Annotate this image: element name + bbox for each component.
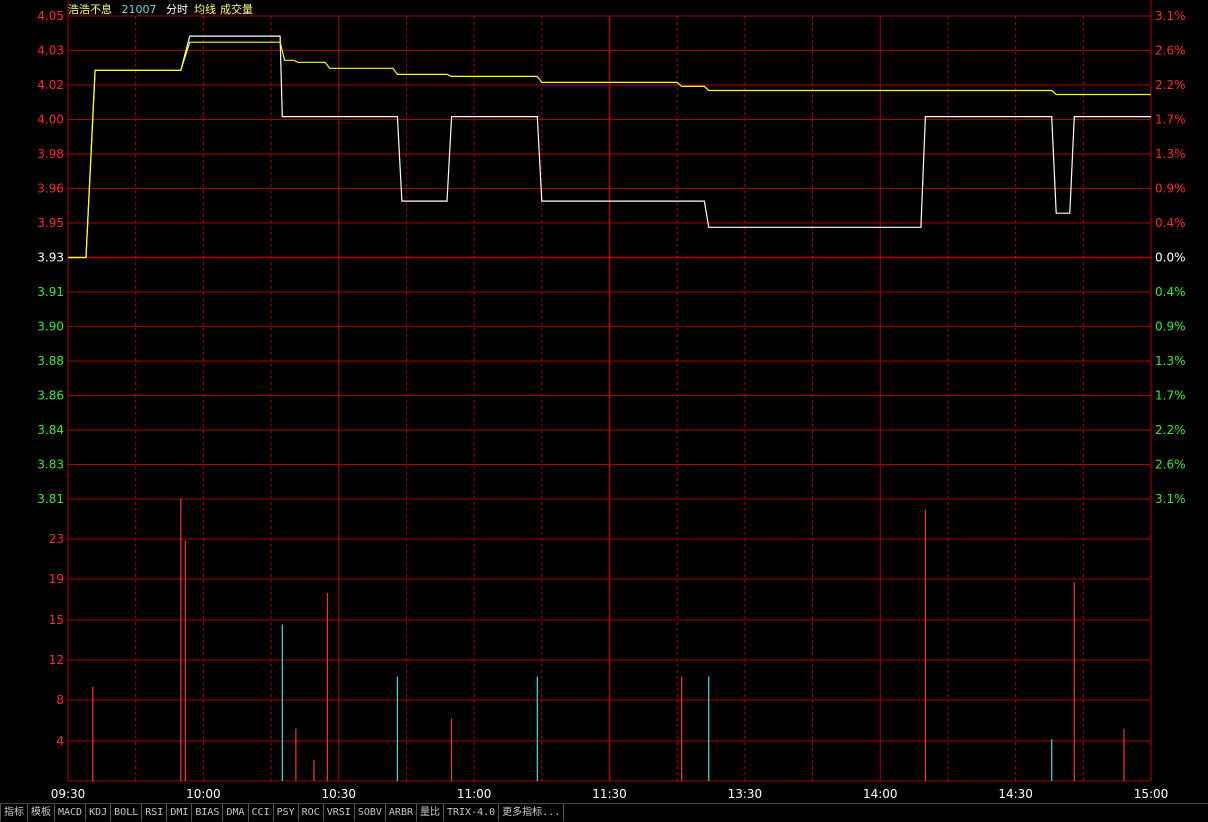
indicator-tab-bar: 指标 模板 MACD KDJ BOLL RSI DMI BIAS DMA CCI PSY ROC VRS… — [0, 803, 1208, 822]
tab-8[interactable]: DMA — [223, 804, 249, 821]
percent-axis-label: 1.7% — [1155, 113, 1186, 127]
percent-axis-label: 0.4% — [1155, 285, 1186, 299]
volume-bars — [92, 499, 1125, 781]
volume-axis-label: 8 — [56, 693, 64, 707]
price-axis-label: 3.90 — [37, 320, 64, 334]
price-axis-label: 3.91 — [37, 285, 64, 299]
price-axis-label: 3.83 — [37, 458, 64, 472]
time-axis-label: 14:00 — [863, 787, 898, 801]
label-avg: 均线 — [194, 3, 216, 16]
price-axis-label: 3.98 — [37, 147, 64, 161]
percent-axis-label: 2.2% — [1155, 78, 1186, 92]
intraday-chart[interactable]: 4.05 4.03 4.02 4.00 3.98 3.96 3.95 3.93 3.91 3.90… — [0, 0, 1208, 803]
time-axis-label: 09:30 — [51, 787, 86, 801]
volume-axis-label: 12 — [49, 653, 64, 667]
tab-6[interactable]: DMI — [167, 804, 193, 821]
chart-header: 浩浩不息 21007 分时 均线 成交量 — [68, 1, 259, 17]
label-volume: 成交量 — [220, 3, 253, 16]
tab-9[interactable]: CCI — [249, 804, 274, 821]
time-axis-label: 15:00 — [1134, 787, 1169, 801]
tab-12[interactable]: VRSI — [324, 804, 355, 821]
volume-axis-label: 4 — [56, 734, 64, 748]
axis-labels: 4.05 4.03 4.02 4.00 3.98 3.96 3.95 3.93 3.91 3.90… — [37, 9, 1185, 801]
tab-3[interactable]: KDJ — [86, 804, 112, 821]
stock-name: 浩浩不息 — [68, 3, 112, 16]
time-axis-label: 10:30 — [321, 787, 356, 801]
percent-axis-label: 2.6% — [1155, 458, 1186, 472]
time-axis-label: 13:30 — [728, 787, 763, 801]
volume-axis-label: 15 — [49, 613, 64, 627]
tab-15[interactable]: 量比 — [417, 804, 444, 821]
percent-axis-label: 2.6% — [1155, 44, 1186, 58]
price-axis-label: 3.81 — [37, 492, 64, 506]
tab-11[interactable]: ROC — [299, 804, 324, 821]
tab-2[interactable]: MACD — [55, 804, 87, 821]
tab-7[interactable]: BIAS — [192, 804, 224, 821]
price-axis-label: 3.86 — [37, 389, 64, 403]
tab-0[interactable]: 指标 — [0, 804, 28, 821]
time-axis-label: 14:30 — [998, 787, 1033, 801]
price-axis-label: 4.03 — [37, 44, 64, 58]
time-axis-label: 10:00 — [186, 787, 221, 801]
price-axis-label: 3.93 — [37, 251, 64, 265]
volume-axis-label: 23 — [49, 532, 64, 546]
price-axis-label: 3.84 — [37, 423, 64, 437]
percent-axis-label: 0.9% — [1155, 182, 1186, 196]
percent-axis-label: 3.1% — [1155, 9, 1186, 23]
percent-axis-label: 3.1% — [1155, 492, 1186, 506]
tab-16[interactable]: TRIX-4.0 — [444, 804, 500, 821]
percent-axis-label: 1.3% — [1155, 147, 1186, 161]
stock-code: 21007 — [121, 3, 157, 16]
tab-1[interactable]: 模板 — [28, 804, 55, 821]
price-axis-label: 3.88 — [37, 354, 64, 368]
tab-17[interactable]: 更多指标... — [499, 804, 565, 821]
price-axis-label: 4.02 — [37, 78, 64, 92]
percent-axis-label: 0.0% — [1155, 251, 1186, 265]
tab-10[interactable]: PSY — [274, 804, 299, 821]
percent-axis-label: 0.4% — [1155, 216, 1186, 230]
time-axis-label: 11:30 — [592, 787, 627, 801]
price-axis-label: 3.96 — [37, 182, 64, 196]
price-axis-label: 3.95 — [37, 216, 64, 230]
tab-4[interactable]: BOLL — [111, 804, 143, 821]
percent-axis-label: 0.9% — [1155, 320, 1186, 334]
volume-axis-label: 19 — [49, 572, 64, 586]
percent-axis-label: 2.2% — [1155, 423, 1186, 437]
tab-5[interactable]: RSI — [142, 804, 168, 821]
label-timeshare: 分时 — [166, 3, 188, 16]
tab-14[interactable]: ARBR — [386, 804, 417, 821]
price-axis-label: 4.00 — [37, 113, 64, 127]
percent-axis-label: 1.3% — [1155, 354, 1186, 368]
time-axis-label: 11:00 — [457, 787, 492, 801]
percent-axis-label: 1.7% — [1155, 389, 1186, 403]
price-axis-label: 4.05 — [37, 9, 64, 23]
tab-13[interactable]: SOBV — [355, 804, 386, 821]
